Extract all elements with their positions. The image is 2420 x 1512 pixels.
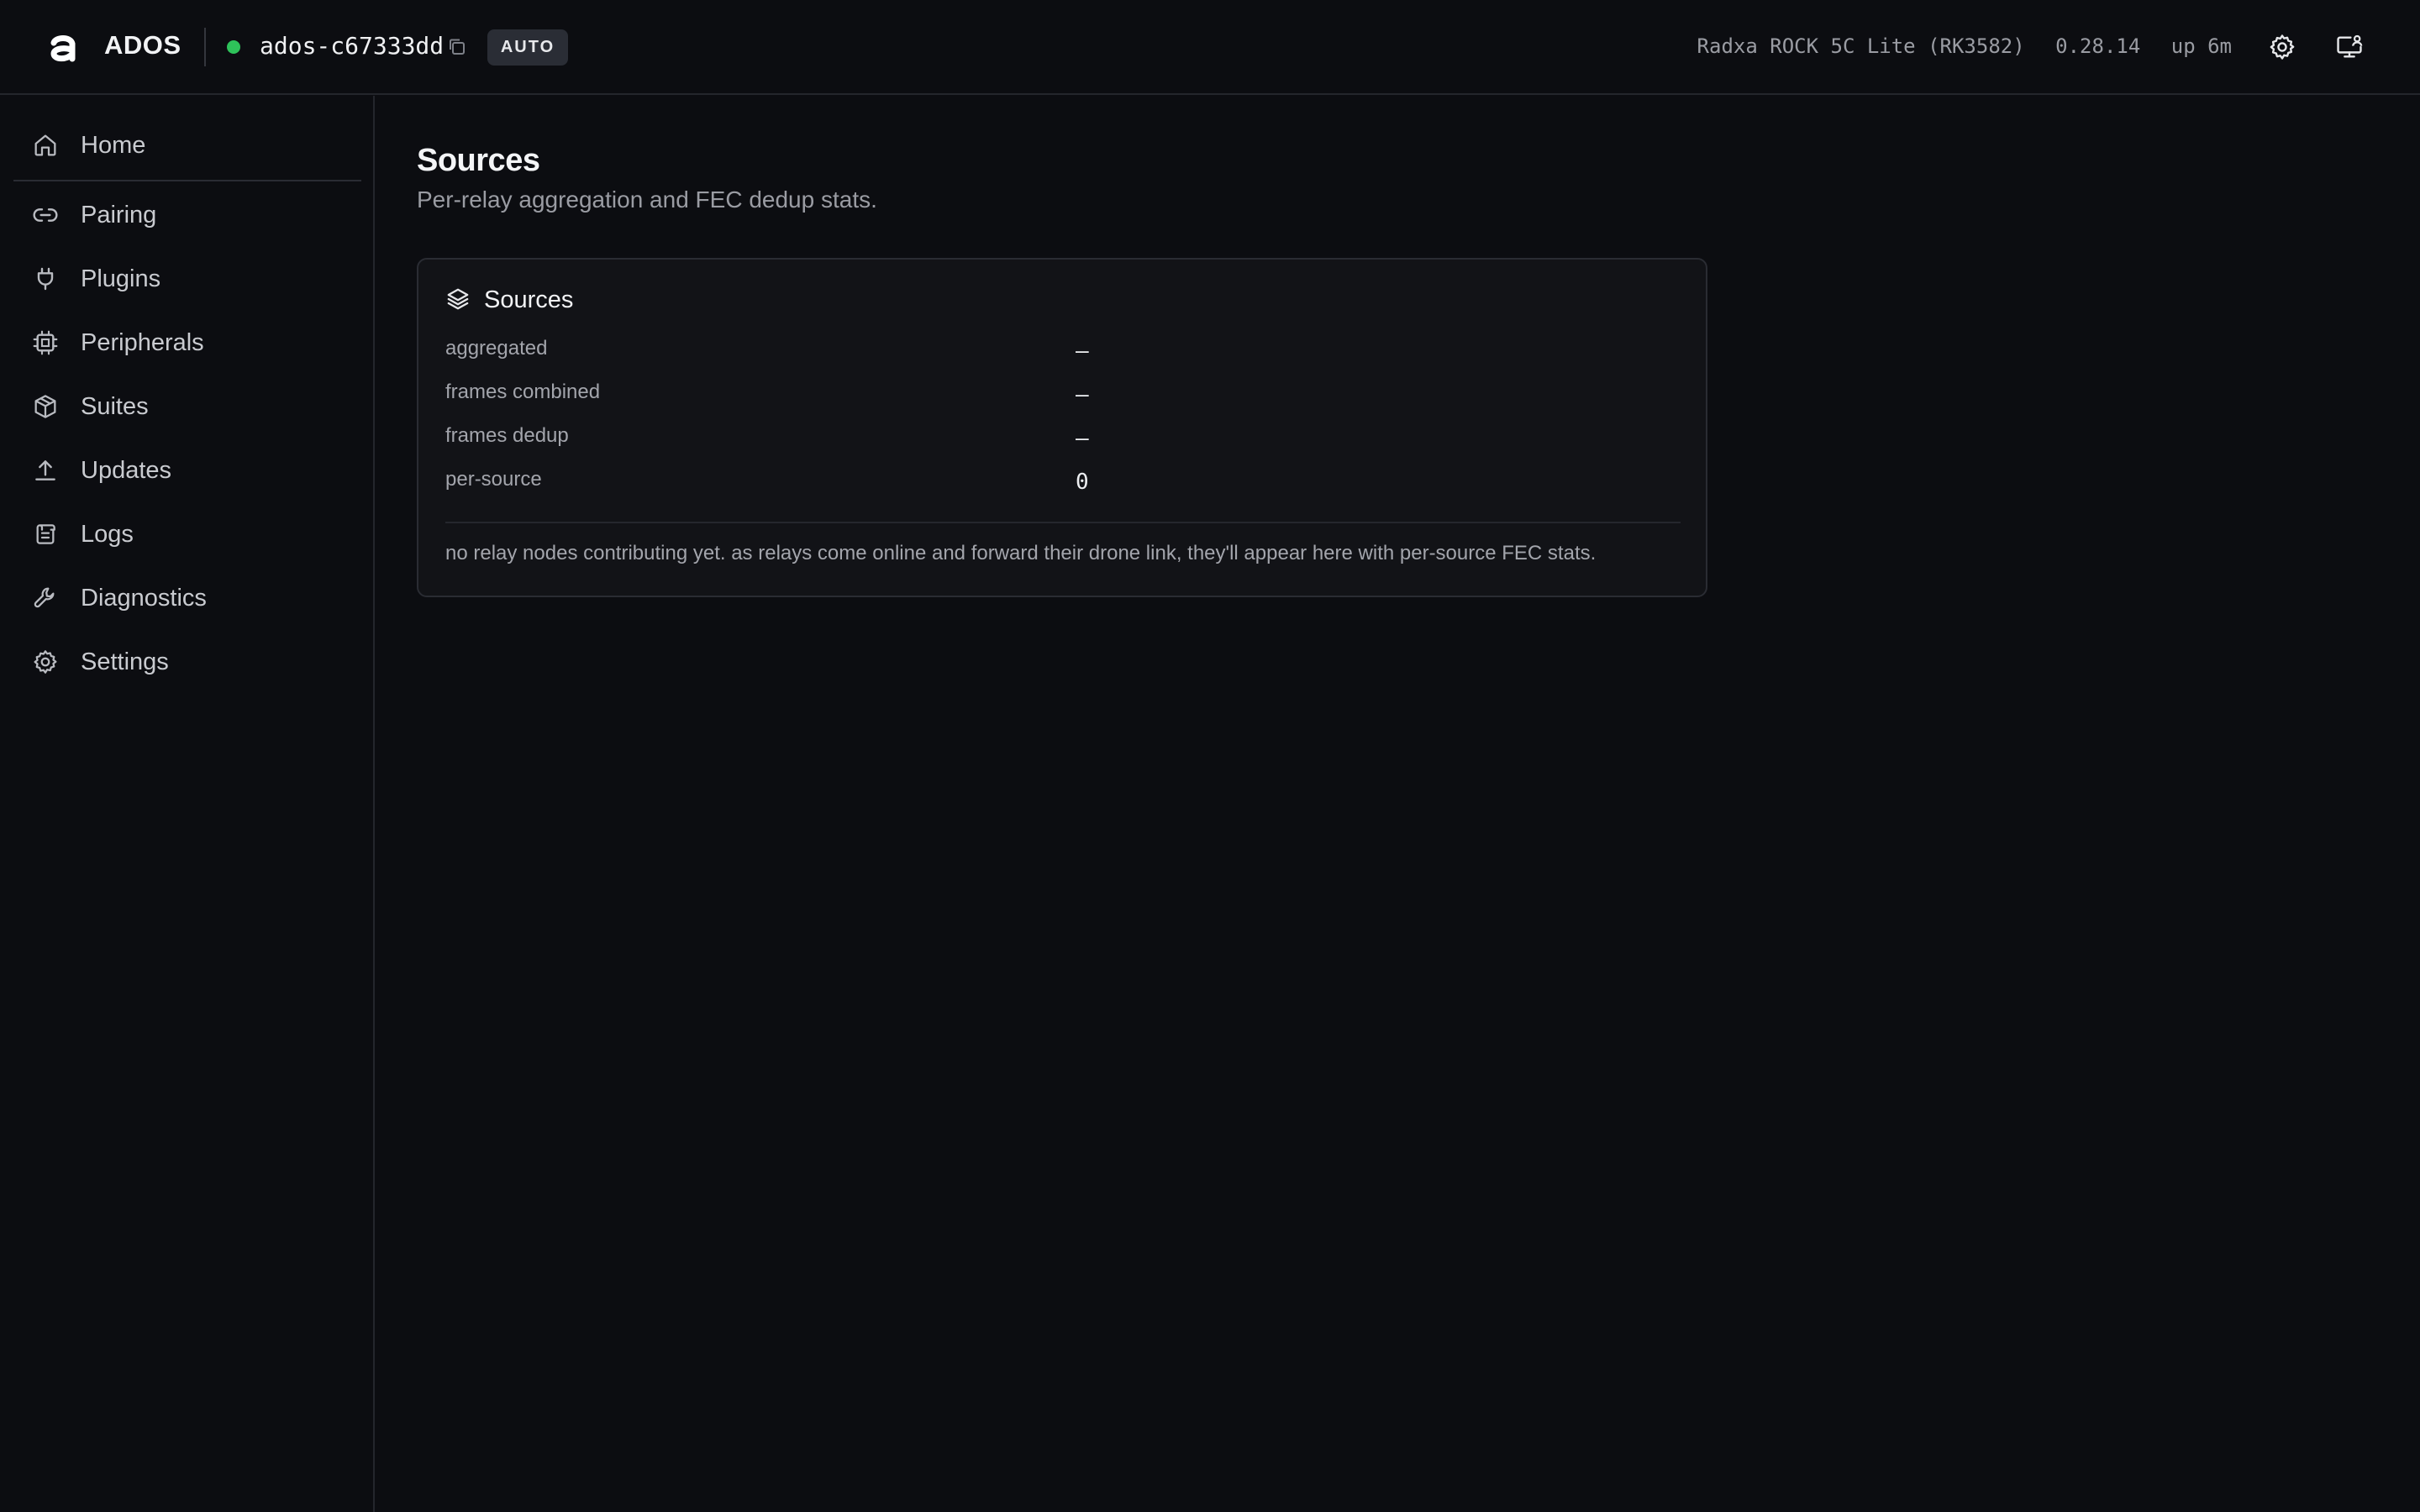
- scroll-icon: [36, 524, 55, 544]
- sources-card: Sources aggregated — frames combined — f…: [417, 258, 1707, 597]
- device-monitor-button[interactable]: [2333, 30, 2366, 64]
- sidebar-divider: [13, 180, 361, 181]
- gear-icon: [2270, 34, 2295, 60]
- stat-row-frames-dedup: frames dedup —: [445, 424, 1682, 458]
- wrench-icon: [34, 587, 55, 608]
- status-indicator: [227, 40, 240, 54]
- sidebar-item-home[interactable]: Home: [13, 120, 361, 171]
- device-name: ados-c67333dd: [260, 32, 445, 60]
- mode-badge: AUTO: [487, 29, 568, 66]
- sidebar-item-label: Diagnostics: [81, 584, 207, 612]
- sidebar-item-label: Settings: [81, 648, 169, 675]
- sidebar-item-label: Updates: [81, 456, 172, 484]
- page-subtitle: Per-relay aggregation and FEC dedup stat…: [417, 186, 877, 213]
- plug-icon: [37, 267, 54, 291]
- stat-label: aggregated: [445, 337, 548, 360]
- stat-value: 0: [1076, 470, 1089, 495]
- uptime: up 6m: [2170, 34, 2232, 58]
- gear-icon: [34, 650, 57, 674]
- header-divider: [204, 28, 206, 66]
- chip-icon: [33, 330, 58, 355]
- card-divider: [445, 522, 1681, 523]
- stat-label: frames combined: [445, 381, 601, 403]
- main-content: Sources Per-relay aggregation and FEC de…: [376, 96, 2420, 1512]
- settings-button[interactable]: [2265, 30, 2299, 64]
- ados-logo-icon[interactable]: [42, 25, 86, 69]
- sidebar-item-label: Pairing: [81, 201, 157, 228]
- sidebar-item-label: Plugins: [81, 265, 161, 292]
- sidebar-item-plugins[interactable]: Plugins: [13, 254, 361, 304]
- upload-icon: [35, 460, 55, 480]
- sidebar-item-updates[interactable]: Updates: [13, 445, 361, 496]
- stat-value: —: [1076, 382, 1089, 407]
- hardware-model: Radxa ROCK 5C Lite (RK3582): [1697, 34, 2025, 58]
- stat-row-per-source: per-source 0: [445, 468, 1682, 501]
- sidebar-item-label: Suites: [81, 392, 149, 420]
- layers-icon: [447, 288, 469, 310]
- sidebar: Home Pairing Plugins Peripherals Suites …: [0, 96, 375, 1512]
- card-title: Sources: [484, 286, 574, 313]
- agent-version: 0.28.14: [2055, 34, 2141, 58]
- sidebar-item-settings[interactable]: Settings: [13, 637, 361, 687]
- sidebar-item-pairing[interactable]: Pairing: [13, 190, 361, 240]
- copy-icon[interactable]: [446, 36, 468, 58]
- app-name: ADOS: [104, 30, 182, 60]
- sidebar-item-diagnostics[interactable]: Diagnostics: [13, 573, 361, 623]
- stat-row-aggregated: aggregated —: [445, 337, 1682, 370]
- monitor-user-icon: [2337, 34, 2363, 58]
- stat-value: —: [1076, 426, 1089, 451]
- sidebar-item-label: Logs: [81, 520, 134, 548]
- page-title: Sources: [417, 143, 540, 178]
- top-bar: ADOS ados-c67333dd AUTO Radxa ROCK 5C Li…: [0, 0, 2420, 95]
- home-icon: [34, 134, 56, 156]
- hardware-info: Radxa ROCK 5C Lite (RK3582) 0.28.14 up 6…: [1697, 34, 2232, 58]
- link-icon: [33, 208, 58, 222]
- sidebar-item-label: Peripherals: [81, 328, 204, 356]
- sidebar-item-label: Home: [81, 131, 146, 159]
- stat-row-frames-combined: frames combined —: [445, 381, 1682, 414]
- sidebar-item-suites[interactable]: Suites: [13, 381, 361, 432]
- package-icon: [34, 395, 56, 418]
- sidebar-item-logs[interactable]: Logs: [13, 509, 361, 559]
- stat-label: frames dedup: [445, 424, 569, 447]
- empty-state-note: no relay nodes contributing yet. as rela…: [445, 542, 1597, 564]
- stat-value: —: [1076, 339, 1089, 364]
- sidebar-item-peripherals[interactable]: Peripherals: [13, 318, 361, 368]
- stat-label: per-source: [445, 468, 542, 491]
